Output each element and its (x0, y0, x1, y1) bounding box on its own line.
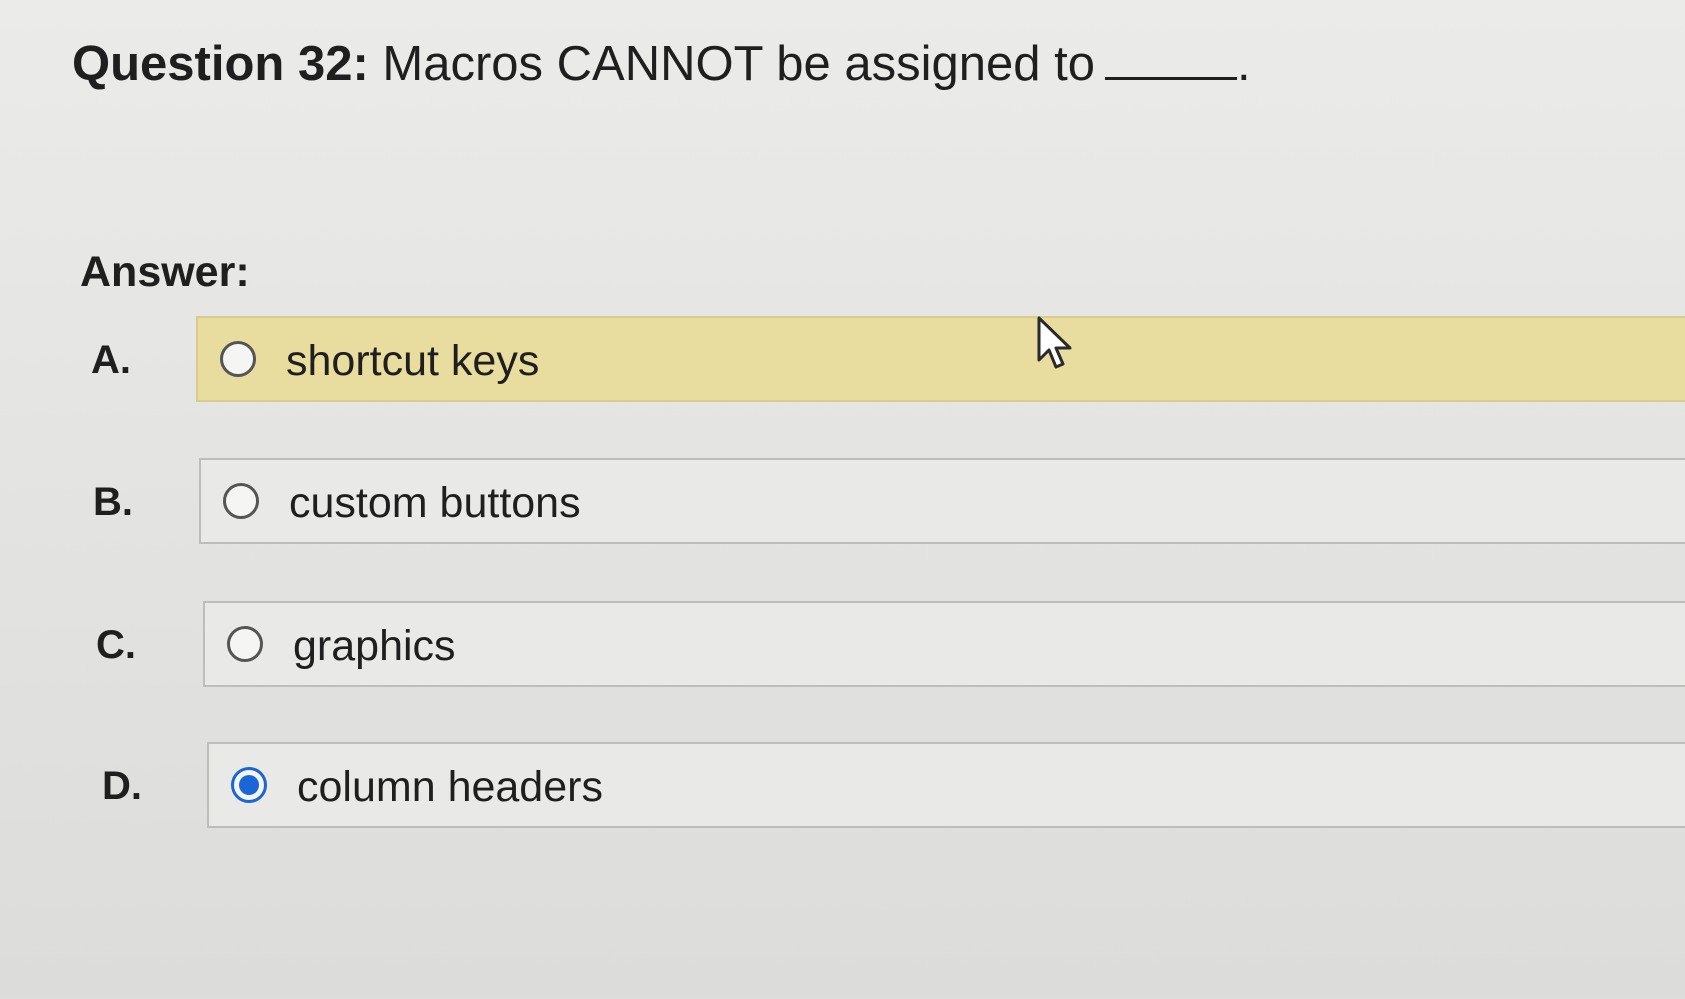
answer-label: Answer: (80, 248, 250, 296)
question-trailing: . (1237, 37, 1251, 91)
option-b: B. custom buttons (0, 458, 1685, 546)
option-label: shortcut keys (286, 337, 540, 385)
option-label: graphics (293, 622, 456, 670)
option-a: A. shortcut keys (0, 316, 1685, 404)
option-b-choice[interactable]: custom buttons (199, 458, 1685, 544)
option-letter: B. (93, 480, 133, 524)
radio-button-icon[interactable] (223, 483, 259, 519)
option-letter: A. (91, 338, 131, 382)
question-body: Macros CANNOT be assigned to (382, 37, 1096, 91)
option-letter: C. (96, 623, 136, 667)
option-label: column headers (297, 763, 603, 811)
question-number: Question 32: (72, 37, 369, 91)
question-text: Question 32: Macros CANNOT be assigned t… (72, 34, 1251, 94)
option-d: D. column headers (0, 742, 1685, 830)
answer-blank (1105, 37, 1238, 80)
option-a-choice[interactable]: shortcut keys (196, 316, 1685, 402)
option-d-choice[interactable]: column headers (207, 742, 1685, 828)
option-letter: D. (102, 764, 142, 808)
radio-button-selected-icon[interactable] (231, 767, 267, 803)
option-c-choice[interactable]: graphics (203, 601, 1685, 687)
option-label: custom buttons (289, 479, 581, 527)
radio-button-icon[interactable] (220, 341, 256, 377)
option-c: C. graphics (0, 601, 1685, 689)
mouse-pointer-icon (1037, 316, 1072, 369)
radio-button-icon[interactable] (227, 626, 263, 662)
